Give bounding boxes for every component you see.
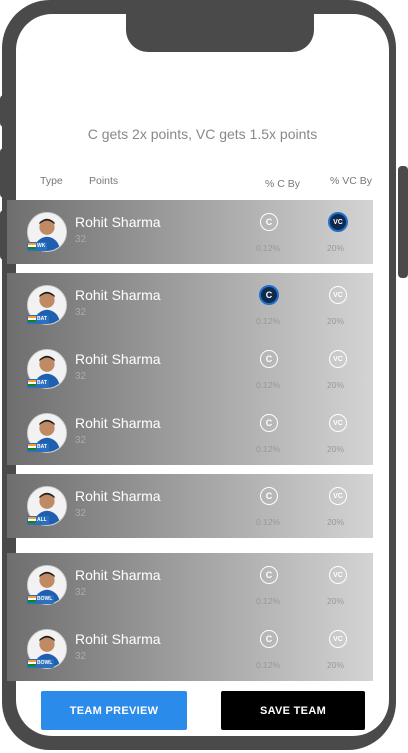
side-button-left-top [0, 95, 8, 127]
india-flag-icon [28, 316, 36, 322]
vice-captain-percentage: 20% [327, 380, 345, 390]
player-row: WK Rohit Sharma 32 C 0.12% VC 20% [7, 200, 373, 264]
captain-toggle[interactable]: C [260, 630, 278, 648]
side-button-left-mid [0, 148, 8, 198]
vice-captain-percentage: 20% [327, 243, 345, 253]
captain-percentage: 0.12% [256, 596, 281, 606]
captain-toggle[interactable]: C [260, 414, 278, 432]
india-flag-icon [28, 596, 36, 602]
player-name: Rohit Sharma [75, 631, 161, 647]
vice-captain-percentage: 20% [327, 316, 345, 326]
player-points: 32 [75, 371, 87, 382]
captain-toggle[interactable]: C [259, 285, 279, 305]
vice-captain-toggle[interactable]: VC [329, 487, 347, 505]
vice-captain-toggle[interactable]: VC [329, 286, 347, 304]
india-flag-icon [28, 380, 36, 386]
vice-captain-toggle[interactable]: VC [329, 414, 347, 432]
player-name: Rohit Sharma [75, 351, 161, 367]
column-header-vc-by: % VC By [330, 175, 373, 187]
player-points: 32 [75, 307, 87, 318]
player-row: BAT Rohit Sharma 32 C 0.12% VC 20% [7, 401, 373, 465]
captain-percentage: 0.12% [256, 316, 281, 326]
player-points: 32 [75, 435, 87, 446]
player-name: Rohit Sharma [75, 567, 161, 583]
india-flag-icon [28, 660, 36, 666]
vice-captain-toggle[interactable]: VC [328, 212, 348, 232]
captain-percentage: 0.12% [256, 380, 281, 390]
india-flag-icon [28, 444, 36, 450]
captain-toggle[interactable]: C [260, 487, 278, 505]
captain-toggle[interactable]: C [260, 566, 278, 584]
team-preview-button[interactable]: TEAM PREVIEW [41, 691, 187, 730]
captain-toggle[interactable]: C [260, 350, 278, 368]
vice-captain-toggle[interactable]: VC [329, 350, 347, 368]
player-row: BAT Rohit Sharma 32 C 0.12% VC 20% [7, 273, 373, 337]
captain-percentage: 0.12% [256, 660, 281, 670]
vice-captain-percentage: 20% [327, 660, 345, 670]
side-button-right [398, 166, 408, 278]
player-points: 32 [75, 234, 87, 245]
column-header-type: Type [40, 175, 63, 187]
player-name: Rohit Sharma [75, 488, 161, 504]
player-row: ALL Rohit Sharma 32 C 0.12% VC 20% [7, 474, 373, 538]
player-points: 32 [75, 587, 87, 598]
vice-captain-percentage: 20% [327, 517, 345, 527]
captain-percentage: 0.12% [256, 243, 281, 253]
captain-toggle[interactable]: C [260, 213, 278, 231]
vice-captain-percentage: 20% [327, 444, 345, 454]
player-name: Rohit Sharma [75, 214, 161, 230]
india-flag-icon [28, 517, 36, 523]
player-row: BOWL Rohit Sharma 32 C 0.12% VC 20% [7, 553, 373, 617]
save-team-button[interactable]: SAVE TEAM [221, 691, 365, 730]
player-points: 32 [75, 651, 87, 662]
column-header-points: Points [89, 175, 119, 187]
vice-captain-toggle[interactable]: VC [329, 566, 347, 584]
vice-captain-toggle[interactable]: VC [329, 630, 347, 648]
captain-percentage: 0.12% [256, 517, 281, 527]
vice-captain-percentage: 20% [327, 596, 345, 606]
player-row: BOWL Rohit Sharma 32 C 0.12% VC 20% [7, 617, 373, 681]
player-points: 32 [75, 508, 87, 519]
player-name: Rohit Sharma [75, 287, 161, 303]
multiplier-hint: C gets 2x points, VC gets 1.5x points [87, 126, 318, 142]
india-flag-icon [28, 243, 36, 249]
captain-percentage: 0.12% [256, 444, 281, 454]
column-header-c-by: % C By [265, 178, 301, 190]
player-row: BAT Rohit Sharma 32 C 0.12% VC 20% [7, 337, 373, 401]
player-name: Rohit Sharma [75, 415, 161, 431]
phone-notch [126, 14, 314, 52]
